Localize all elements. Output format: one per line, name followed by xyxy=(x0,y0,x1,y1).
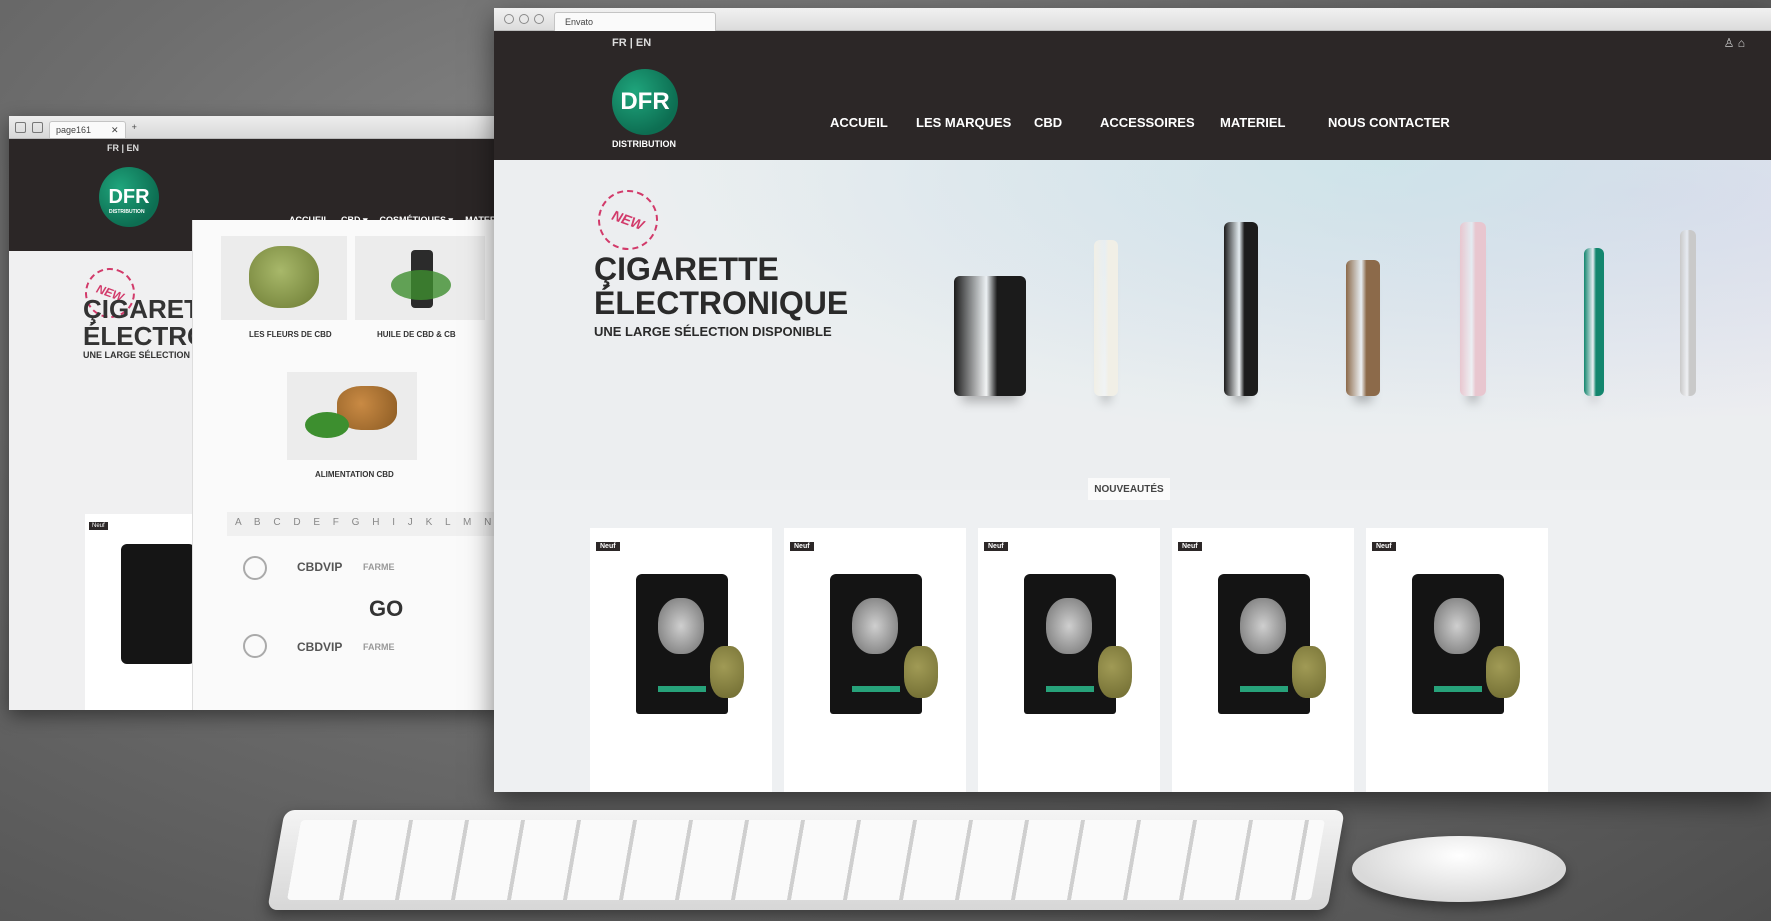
leaf-image xyxy=(305,412,349,438)
cbd-bud-image xyxy=(904,646,938,698)
nav-item-les-marques[interactable]: LES MARQUES xyxy=(916,115,1011,130)
close-tab-icon[interactable]: ✕ xyxy=(111,125,119,136)
site-header: FR | EN ♙ ⌂ DFR DISTRIBUTION ACCUEIL LES… xyxy=(494,31,1771,161)
vape-device-image xyxy=(1680,230,1696,396)
brand-logo-go[interactable]: GO xyxy=(369,596,403,622)
keyboard xyxy=(267,810,1345,910)
close-window-button[interactable] xyxy=(504,14,514,24)
logo-subtitle: DISTRIBUTION xyxy=(109,209,145,215)
nav-item-accessoires[interactable]: ACCESSOIRES xyxy=(1100,115,1195,130)
sidebar-icon[interactable] xyxy=(15,121,26,133)
product-card[interactable]: Neuf xyxy=(784,528,966,792)
front-browser-tab[interactable]: Envato xyxy=(554,12,716,31)
category-image-huile[interactable] xyxy=(355,236,485,320)
vape-device-image xyxy=(954,276,1026,396)
vape-device-image xyxy=(1224,222,1258,396)
logo[interactable]: DFR xyxy=(99,167,159,227)
brand-logo-farme-2[interactable]: FARME xyxy=(363,642,395,652)
card-tag: Neuf xyxy=(1372,542,1396,551)
section-title-nouveautes[interactable]: NOUVEAUTÉS xyxy=(1088,478,1170,500)
leaf-image xyxy=(391,270,451,300)
keyboard-keys xyxy=(286,820,1326,900)
front-browser-toolbar: Envato xyxy=(494,8,1771,31)
nav-item-accueil[interactable]: ACCUEIL xyxy=(830,115,888,130)
front-tab-title: Envato xyxy=(565,17,594,27)
hero-subtitle: UNE LARGE SÉLECTION xyxy=(83,350,191,360)
back-browser-tab[interactable]: page161 ✕ xyxy=(49,121,126,138)
cbd-mega-menu: LES FLEURS DE CBD HUILE DE CBD & CB ALIM… xyxy=(192,220,499,710)
hero-title-line1: ÇIGARETTE xyxy=(594,251,779,287)
window-controls xyxy=(504,14,544,24)
nav-item-nous-contacter[interactable]: NOUS CONTACTER xyxy=(1328,115,1450,130)
vape-device-image xyxy=(1346,260,1380,396)
language-switcher[interactable]: FR | EN xyxy=(107,143,139,153)
product-image xyxy=(121,544,195,664)
account-cart-icons[interactable]: ♙ ⌂ xyxy=(1724,36,1745,50)
front-browser-window: Envato FR | EN ♙ ⌂ DFR DISTRIBUTION ACCU… xyxy=(494,8,1771,792)
alphabet-letters[interactable]: A B C D E F G H I J K L M N O xyxy=(235,517,499,528)
product-card[interactable]: Neuf xyxy=(978,528,1160,792)
nav-item-cbd[interactable]: CBD xyxy=(1034,115,1062,130)
category-label-alimentation[interactable]: ALIMENTATION CBD xyxy=(315,470,394,479)
brand-logo-leaf-2[interactable] xyxy=(243,634,267,658)
brand-logo-farme[interactable]: FARME xyxy=(363,562,395,572)
category-label-huile[interactable]: HUILE DE CBD & CB xyxy=(377,330,456,339)
cbd-bud-image xyxy=(710,646,744,698)
brand-logo-cbdvip-2[interactable]: CBDVIP xyxy=(297,640,342,654)
card-tag: Neuf xyxy=(89,522,108,530)
logo-subtitle: DISTRIBUTION xyxy=(612,139,676,149)
logo[interactable]: DFR xyxy=(612,69,678,135)
nav-item-materiel[interactable]: MATERIEL xyxy=(1220,115,1285,130)
vape-device-image xyxy=(1460,222,1486,396)
category-image-fleurs[interactable] xyxy=(221,236,347,320)
logo-mark: DFR xyxy=(108,185,150,208)
product-card[interactable]: Neuf xyxy=(590,528,772,792)
new-badge: NEW xyxy=(589,181,667,259)
cbd-flower-image xyxy=(249,246,319,308)
hero-title-line2: ÉLECTRONIQUE xyxy=(594,285,849,321)
card-tag: Neuf xyxy=(1178,542,1202,551)
card-tag: Neuf xyxy=(790,542,814,551)
alphabet-filter: A B C D E F G H I J K L M N O xyxy=(227,512,499,536)
category-image-alimentation[interactable] xyxy=(287,372,417,460)
cbd-bud-image xyxy=(1292,646,1326,698)
zoom-window-button[interactable] xyxy=(534,14,544,24)
cbd-bud-image xyxy=(1486,646,1520,698)
mouse xyxy=(1352,836,1566,902)
hero-banner[interactable]: NEW ÇIGARETTE ÉLECTRONIQUE UNE LARGE SÉL… xyxy=(494,160,1771,490)
category-label-fleurs[interactable]: LES FLEURS DE CBD xyxy=(249,330,332,339)
vape-device-image xyxy=(1584,248,1604,396)
brand-logo-cbdvip[interactable]: CBDVIP xyxy=(297,560,342,574)
card-tag: Neuf xyxy=(596,542,620,551)
back-browser-window: page161 ✕ + FR | EN DFR DISTRIBUTION ACC… xyxy=(9,116,499,710)
product-card[interactable]: Neuf xyxy=(85,514,195,710)
cbd-bud-image xyxy=(1098,646,1132,698)
product-card[interactable]: Neuf xyxy=(1366,528,1548,792)
back-browser-toolbar: page161 ✕ + xyxy=(9,116,499,139)
new-tab-icon[interactable]: + xyxy=(132,122,137,132)
minimize-window-button[interactable] xyxy=(519,14,529,24)
vape-device-image xyxy=(1094,240,1118,396)
card-tag: Neuf xyxy=(984,542,1008,551)
product-card[interactable]: Neuf xyxy=(1172,528,1354,792)
tabs-icon[interactable] xyxy=(32,121,43,133)
back-tab-title: page161 xyxy=(56,125,92,135)
hero-title: ÇIGARETTE ÉLECTRONIQUE xyxy=(594,252,848,320)
logo-mark: DFR xyxy=(620,88,670,115)
hero-subtitle: UNE LARGE SÉLECTION DISPONIBLE xyxy=(594,324,832,339)
language-switcher[interactable]: FR | EN xyxy=(612,37,651,49)
brand-logo-leaf[interactable] xyxy=(243,556,267,580)
